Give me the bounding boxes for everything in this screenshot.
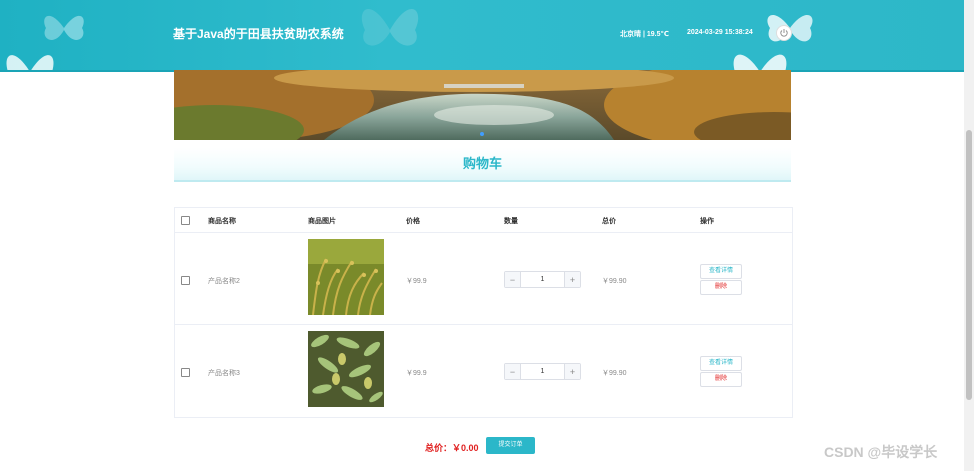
butterfly-icon — [361, 9, 419, 46]
submit-order-button[interactable]: 提交订单 — [486, 437, 535, 454]
row-checkbox[interactable] — [181, 368, 190, 377]
quantity-input[interactable]: 1 — [521, 272, 564, 287]
banner-image — [174, 70, 791, 140]
power-icon — [780, 29, 788, 37]
view-detail-button[interactable]: 查看详情 — [700, 356, 742, 371]
decrease-quantity-button[interactable]: − — [505, 364, 521, 379]
cart-table: 商品名称 商品图片 价格 数量 总价 操作 产品名称2 ￥99.9 − 1 + … — [174, 207, 793, 418]
butterfly-icon — [733, 54, 787, 70]
logout-button[interactable] — [776, 25, 792, 41]
quantity-stepper[interactable]: − 1 + — [504, 363, 581, 380]
table-header-row: 商品名称 商品图片 价格 数量 总价 操作 — [175, 208, 792, 233]
column-header-image: 商品图片 — [308, 218, 336, 225]
product-price: ￥99.9 — [406, 278, 427, 285]
quantity-input[interactable]: 1 — [521, 364, 564, 379]
column-header-actions: 操作 — [700, 218, 714, 225]
weather-info: 北京晴 | 19.5℃ — [620, 31, 669, 38]
decrease-quantity-button[interactable]: − — [505, 272, 521, 287]
cart-total: 总价：￥0.00 — [425, 443, 479, 453]
column-header-name: 商品名称 — [208, 218, 236, 225]
row-total: ￥99.90 — [602, 370, 627, 377]
product-image[interactable] — [308, 239, 384, 315]
delete-button[interactable]: 删除 — [700, 372, 742, 387]
quantity-stepper[interactable]: − 1 + — [504, 271, 581, 288]
page-title: 购物车 — [174, 148, 791, 182]
delete-button[interactable]: 删除 — [700, 280, 742, 295]
butterfly-icon — [6, 55, 54, 70]
site-header: 基于Java的于田县扶贫助农系统 北京晴 | 19.5℃ 2024-03-29 … — [0, 0, 974, 72]
row-checkbox[interactable] — [181, 276, 190, 285]
column-header-quantity: 数量 — [504, 218, 518, 225]
product-name: 产品名称3 — [208, 370, 240, 377]
table-row: 产品名称2 ￥99.9 − 1 + ￥99.90 查看详情 删除 — [175, 233, 792, 325]
scrollbar-thumb[interactable] — [966, 130, 972, 400]
site-title: 基于Java的于田县扶贫助农系统 — [173, 27, 344, 41]
row-total: ￥99.90 — [602, 278, 627, 285]
increase-quantity-button[interactable]: + — [564, 364, 580, 379]
current-datetime: 2024-03-29 15:38:24 — [687, 29, 753, 36]
product-image[interactable] — [308, 331, 384, 407]
banner-carousel[interactable] — [174, 70, 791, 140]
increase-quantity-button[interactable]: + — [564, 272, 580, 287]
product-price: ￥99.9 — [406, 370, 427, 377]
page-scrollbar[interactable] — [964, 0, 974, 471]
view-detail-button[interactable]: 查看详情 — [700, 264, 742, 279]
column-header-total: 总价 — [602, 218, 616, 225]
product-name: 产品名称2 — [208, 278, 240, 285]
watermark: CSDN @毕设学长 — [824, 444, 938, 460]
column-header-price: 价格 — [406, 218, 420, 225]
select-all-checkbox[interactable] — [181, 216, 190, 225]
table-row: 产品名称3 ￥99.9 − 1 + ￥99.90 查看详情 删除 — [175, 325, 792, 416]
